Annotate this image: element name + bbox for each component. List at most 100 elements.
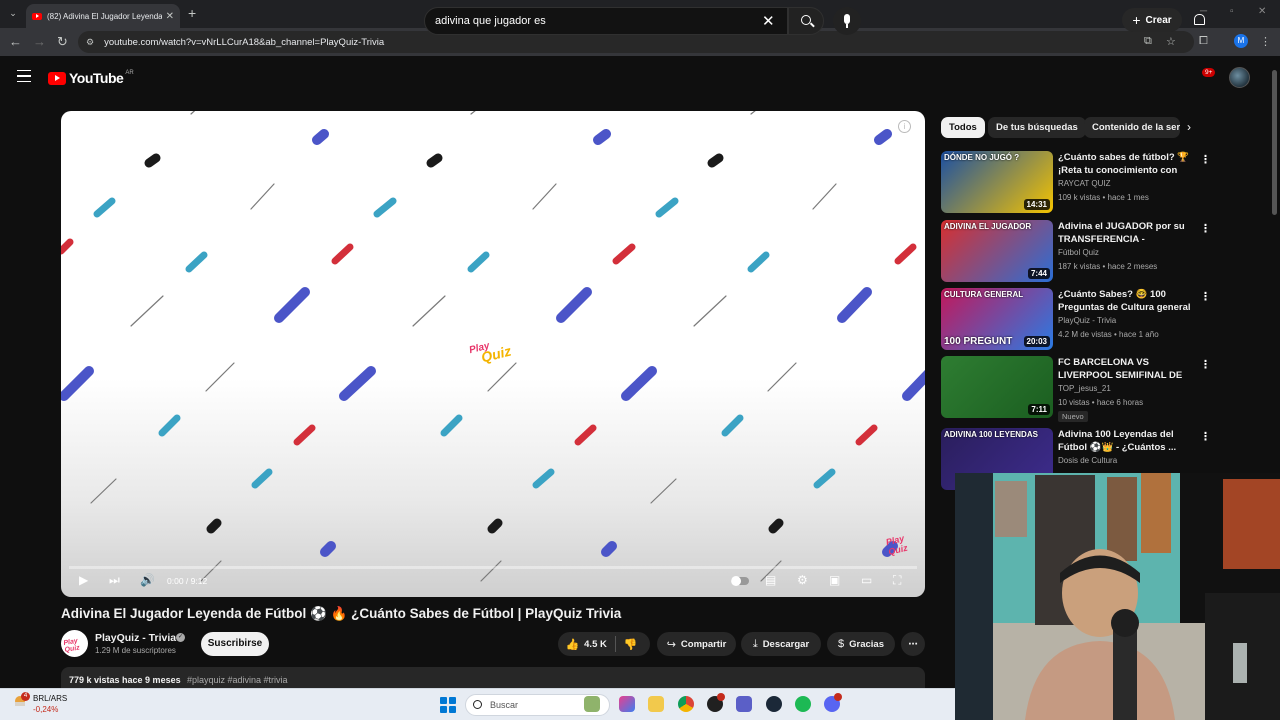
thanks-button[interactable]: $ Gracias [827,632,895,656]
recommendation-title[interactable]: Adivina el JUGADOR por su TRANSFERENCIA … [1058,220,1198,246]
recommendation-channel[interactable]: TOP_jesus_21 [1058,384,1111,393]
new-badge: Nuevo [1058,411,1088,422]
more-options-icon[interactable]: ⋮ [1200,430,1211,443]
notifications-bell-icon[interactable] [1194,14,1205,25]
back-arrow-icon[interactable]: ← [9,34,22,49]
teams-icon[interactable] [736,696,752,712]
tab-search-chevron-icon[interactable]: ⌄ [6,6,20,20]
browser-menu-icon[interactable]: ⋮ [1260,35,1271,48]
volume-icon[interactable]: 🔊 [140,573,155,587]
autoplay-toggle[interactable] [731,576,749,586]
recommendation-card[interactable]: 7:11 FC BARCELONA VS LIVERPOOL SEMIFINAL … [941,356,1211,422]
settings-gear-icon[interactable]: ⚙ [797,573,808,587]
file-explorer-icon[interactable] [648,696,664,712]
scrollbar[interactable] [1272,70,1277,215]
create-button[interactable]: + Crear [1122,8,1182,32]
video-player[interactable]: Play Quiz Play Quiz i ▶ ⏭ 🔊 0:00 / 9:12 ▤… [61,111,925,597]
thumbs-down-icon[interactable]: 👎 [624,638,638,651]
subtitles-icon[interactable]: ▤ [765,573,776,587]
window-close-icon[interactable]: ✕ [1258,6,1266,17]
voice-search-mic-icon[interactable] [833,7,861,35]
extensions-icon[interactable]: ⧠ [1199,35,1208,48]
thumbnail-caption: CULTURA GENERAL [944,290,1024,299]
like-dislike-group: 👍 4.5 K 👎 [558,632,650,656]
more-options-icon[interactable]: ⋮ [1200,358,1211,371]
search-query: adivina que jugador es [435,15,546,27]
download-button[interactable]: ⤓ Descargar [741,632,821,656]
more-options-icon[interactable]: ⋮ [1200,290,1211,303]
windows-start-icon[interactable] [440,697,456,713]
progress-bar[interactable] [69,566,917,569]
download-icon: ⤓ [752,637,758,650]
video-duration: 7:44 [1027,268,1050,279]
maximize-icon[interactable]: ▫ [1230,6,1234,17]
channel-avatar[interactable]: Play Quiz [61,630,88,657]
recommendation-thumbnail[interactable]: 7:11 [941,356,1053,418]
menu-hamburger-icon[interactable] [17,70,31,82]
thumbnail-caption: DÓNDE NO JUGÓ ? [944,153,1020,162]
super-thanks-icon: $ [838,638,845,650]
next-video-icon[interactable]: ⏭ [109,573,120,588]
recommendation-meta: 109 k vistas • hace 1 mes [1058,193,1149,202]
chip-todos[interactable]: Todos [941,117,985,138]
verified-check-icon: ✓ [176,633,185,642]
share-arrow-icon: ↪ [666,638,676,651]
share-button[interactable]: ↪ Compartir [657,632,736,656]
youtube-logo[interactable]: YouTube AR [48,70,134,86]
channel-name[interactable]: PlayQuiz - Trivia [95,632,176,644]
search-input[interactable]: adivina que jugador es [424,7,788,35]
account-avatar[interactable] [1229,67,1250,88]
site-info-icon[interactable]: ⚙ [86,37,94,48]
chrome-icon[interactable] [678,696,694,712]
more-options-icon[interactable]: ⋮ [1200,222,1211,235]
chevron-right-icon[interactable]: › [1187,120,1191,134]
ticker-name[interactable]: BRL/ARS [33,694,67,703]
browser-tab[interactable]: (82) Adivina El Jugador Leyenda de Fútbo… [26,4,180,28]
plus-icon: + [1132,12,1141,28]
spotify-icon[interactable] [795,696,811,712]
bookmark-star-icon[interactable]: ☆ [1166,35,1176,48]
search-button[interactable] [788,7,824,35]
search-clear-icon[interactable]: ✕ [762,12,775,30]
youtube-wordmark: YouTube [69,70,124,86]
copilot-icon[interactable] [619,696,635,712]
recommendation-card[interactable]: ADIVINA EL JUGADOR 7:44 Adivina el JUGADOR… [941,220,1211,282]
recommendation-thumbnail[interactable]: CULTURA GENERAL 100 PREGUNT 20:03 [941,288,1053,350]
recommendation-card[interactable]: DÓNDE NO JUGÓ ? 14:31 ¿Cuánto sabes de fút… [941,151,1211,213]
thumbs-up-icon[interactable]: 👍 [565,638,579,651]
recommendation-card[interactable]: CULTURA GENERAL 100 PREGUNT 20:03 ¿Cuánto S… [941,288,1211,350]
recommendation-channel[interactable]: PlayQuiz - Trivia [1058,316,1116,325]
recommendation-thumbnail[interactable]: ADIVINA EL JUGADOR 7:44 [941,220,1053,282]
more-actions-icon[interactable]: ⋯ [901,632,925,656]
theater-mode-icon[interactable]: ▭ [861,573,872,587]
play-icon[interactable]: ▶ [79,573,88,587]
recommendation-title[interactable]: ¿Cuánto sabes de fútbol? 🏆 ¡Reta tu cono… [1058,151,1198,177]
recommendation-channel[interactable]: Dosis de Cultura [1058,456,1117,465]
like-count[interactable]: 4.5 K [584,639,607,650]
recommendation-title[interactable]: ¿Cuánto Sabes? 🤓 100 Preguntas de Cultur… [1058,288,1198,314]
recommendation-channel[interactable]: RAYCAT QUIZ [1058,179,1110,188]
more-options-icon[interactable]: ⋮ [1200,153,1211,166]
create-label: Crear [1145,14,1172,26]
subscribe-button[interactable]: Suscribirse [201,632,269,656]
cast-icon[interactable]: ⧉ [1144,35,1152,48]
video-duration: 7:11 [1028,404,1050,415]
steam-icon[interactable] [766,696,782,712]
browser-profile-avatar[interactable]: M [1234,34,1248,48]
recommendation-meta: 4.2 M de vistas • hace 1 año [1058,330,1159,339]
recommendation-title[interactable]: Adivina 100 Leyendas del Fútbol ⚽👑 - ¿Cu… [1058,428,1198,454]
reload-icon[interactable]: ↻ [57,34,68,50]
video-info-icon[interactable]: i [898,120,911,133]
chip-de-tus-busquedas[interactable]: De tus búsquedas [988,117,1086,138]
youtube-favicon-icon [32,12,42,20]
new-tab-icon[interactable]: + [188,5,196,21]
chip-contenido-serie[interactable]: Contenido de la ser [1084,117,1180,138]
recommendation-channel[interactable]: Fútbol Quiz [1058,248,1099,257]
recommendation-title[interactable]: FC BARCELONA VS LIVERPOOL SEMIFINAL DE C… [1058,356,1198,382]
forward-arrow-icon[interactable]: → [33,34,46,49]
recommendation-thumbnail[interactable]: DÓNDE NO JUGÓ ? 14:31 [941,151,1053,213]
miniplayer-icon[interactable]: ▣ [829,573,840,587]
hashtags[interactable]: #playquiz #adivina #trivia [187,675,288,685]
tab-close-icon[interactable]: ✕ [166,11,174,22]
fullscreen-icon[interactable]: ⛶ [893,573,901,588]
